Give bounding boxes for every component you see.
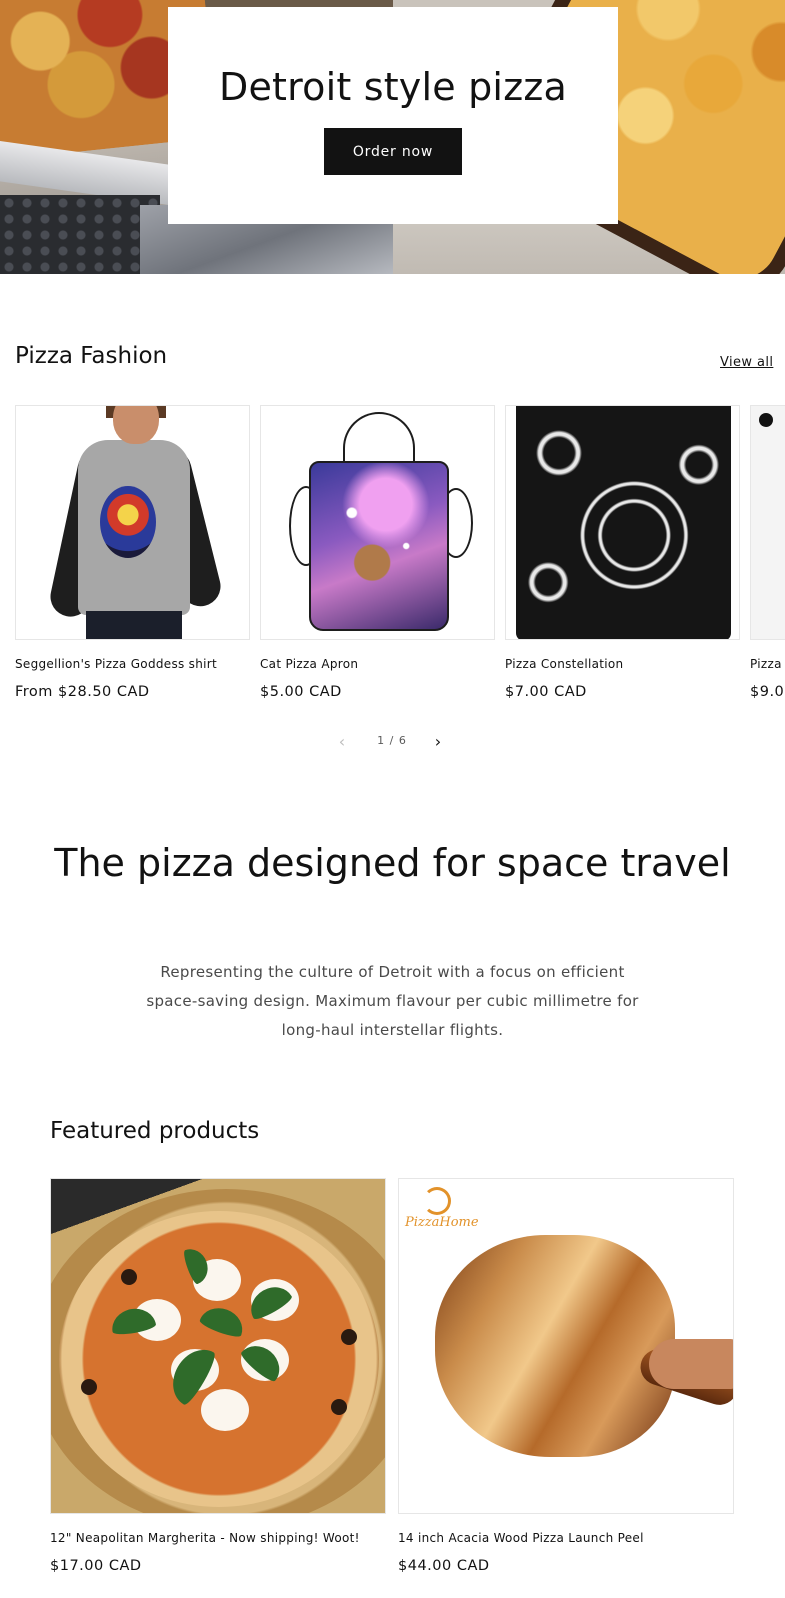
featured-products-title: Featured products [50, 1118, 260, 1144]
product-title[interactable]: Seggellion's Pizza Goddess shirt [15, 657, 217, 671]
product-price: $5.00 CAD [260, 684, 342, 700]
apron-image [261, 406, 494, 639]
apron-cloth [309, 461, 449, 631]
product-card-partial[interactable]: Pizza $9.00 [750, 405, 785, 705]
brand-logo-icon [759, 413, 773, 427]
product-price: $7.00 CAD [505, 684, 587, 700]
charred-spot [341, 1329, 357, 1345]
collection-title: Pizza Fashion [15, 343, 168, 369]
pizza-peel-image: PizzaHome [399, 1179, 733, 1513]
order-now-button[interactable]: Order now [324, 128, 462, 175]
pizza-pattern-fabric [516, 406, 731, 639]
constellation-apron-image [506, 406, 739, 639]
hero-title: Detroit style pizza [219, 65, 567, 109]
shirt-print [100, 486, 156, 558]
product-image-partial [751, 406, 785, 639]
product-title[interactable]: Pizza [750, 657, 782, 671]
mozzarella [201, 1389, 249, 1431]
brand-wordmark: PizzaHome [405, 1215, 479, 1230]
product-title[interactable]: 12" Neapolitan Margherita - Now shipping… [50, 1531, 360, 1545]
product-price: From $28.50 CAD [15, 684, 150, 700]
product-price: $44.00 CAD [398, 1558, 490, 1574]
featured-product-card[interactable]: 12" Neapolitan Margherita - Now shipping… [50, 1178, 386, 1574]
product-price: $9.00 [750, 684, 785, 700]
shirt-image [16, 406, 249, 639]
charred-spot [81, 1379, 97, 1395]
rich-text-body: Representing the culture of Detroit with… [146, 963, 639, 1039]
product-card[interactable]: Seggellion's Pizza Goddess shirt From $2… [15, 405, 250, 700]
view-all-link[interactable]: View all [720, 355, 773, 370]
product-card[interactable]: Pizza Constellation $7.00 CAD [505, 405, 740, 700]
chevron-right-icon[interactable]: › [426, 730, 450, 754]
product-image[interactable] [750, 405, 785, 640]
product-image[interactable] [50, 1178, 386, 1514]
product-image[interactable] [505, 405, 740, 640]
product-title[interactable]: Pizza Constellation [505, 657, 623, 671]
featured-product-card[interactable]: PizzaHome 14 inch Acacia Wood Pizza Laun… [398, 1178, 734, 1574]
charred-spot [331, 1399, 347, 1415]
slide-counter: 1 / 6 [377, 734, 407, 747]
wood-paddle [435, 1235, 675, 1457]
hand [649, 1339, 733, 1389]
charred-spot [121, 1269, 137, 1285]
product-image[interactable] [15, 405, 250, 640]
product-price: $17.00 CAD [50, 1558, 142, 1574]
model-head [113, 406, 159, 444]
hero-banner: Detroit style pizza Order now [0, 0, 785, 274]
chevron-left-icon[interactable]: ‹ [330, 730, 354, 754]
product-title[interactable]: 14 inch Acacia Wood Pizza Launch Peel [398, 1531, 644, 1545]
model-legs [86, 611, 182, 639]
collection-slider-controls: ‹ 1 / 6 › [330, 730, 455, 754]
product-image[interactable] [260, 405, 495, 640]
baking-mat [0, 195, 160, 274]
product-image[interactable]: PizzaHome [398, 1178, 734, 1514]
margherita-pizza-image [51, 1179, 385, 1513]
hero-content-box: Detroit style pizza Order now [168, 7, 618, 224]
pizza-crust [59, 1211, 379, 1507]
product-card[interactable]: Cat Pizza Apron $5.00 CAD [260, 405, 495, 700]
product-title[interactable]: Cat Pizza Apron [260, 657, 358, 671]
rich-text-title: The pizza designed for space travel [54, 841, 731, 885]
pizzahome-logo-icon [423, 1187, 451, 1215]
